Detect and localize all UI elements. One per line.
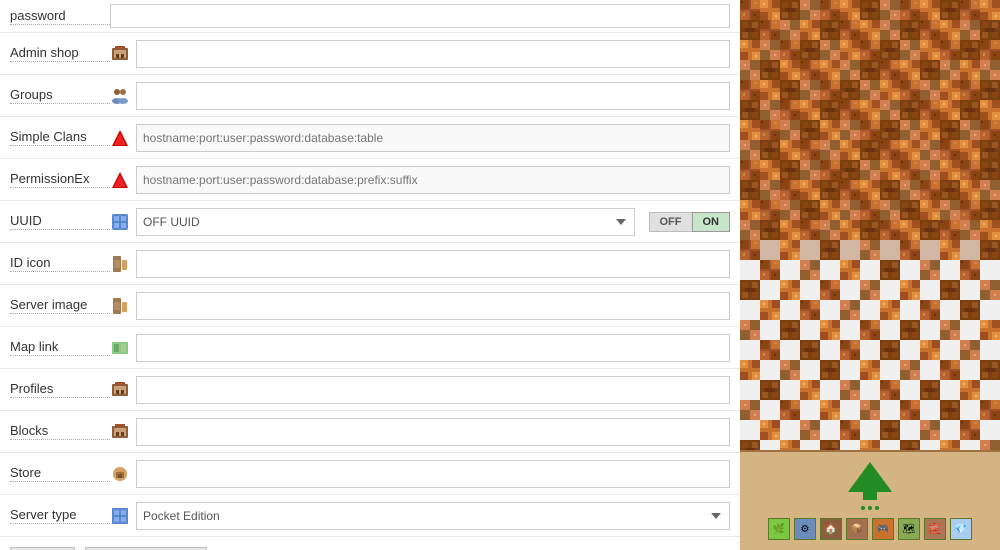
upload-arrow-container bbox=[848, 462, 892, 510]
password-row: password bbox=[0, 0, 740, 33]
permission-ex-icon bbox=[110, 170, 130, 190]
id-icon-label: ID icon bbox=[10, 255, 110, 272]
mini-icon-6: 🗺 bbox=[898, 518, 920, 540]
mini-icon-5: 🎮 bbox=[872, 518, 894, 540]
groups-input[interactable]: 1,2,3,4,5,6,7,8,9 bbox=[136, 82, 730, 110]
uuid-select[interactable]: OFF UUID ON UUID bbox=[136, 208, 635, 236]
server-image-input[interactable]: tablet.png bbox=[136, 292, 730, 320]
store-field: store bbox=[110, 460, 730, 488]
password-input[interactable] bbox=[110, 4, 730, 28]
minecraft-sidebar: 🌿 ⚙ 🏠 📦 🎮 🗺 🧱 💎 bbox=[740, 0, 1000, 550]
server-type-select[interactable]: Pocket Edition Java Edition bbox=[136, 502, 730, 530]
profiles-field: /home/n18458/public_html/cmsminecraftsho… bbox=[110, 376, 730, 404]
blocks-icon bbox=[110, 422, 130, 442]
arrow-dots bbox=[861, 506, 879, 510]
permission-ex-label: PermissionEx bbox=[10, 171, 110, 188]
groups-label: Groups bbox=[10, 87, 110, 104]
uuid-toggle-on[interactable]: ON bbox=[692, 212, 731, 232]
admin-shop-icon bbox=[110, 44, 130, 64]
mini-icon-1: 🌿 bbox=[768, 518, 790, 540]
permission-ex-input[interactable] bbox=[136, 166, 730, 194]
admin-shop-label: Admin shop bbox=[10, 45, 110, 62]
uuid-toggle-group: OFF ON bbox=[649, 212, 731, 232]
server-type-row: Server type Pocket Edition Java Edition bbox=[0, 495, 740, 537]
map-link-icon bbox=[110, 338, 130, 358]
uuid-row: UUID OFF UUID ON UUID OFF ON bbox=[0, 201, 740, 243]
up-arrow-icon bbox=[848, 462, 892, 492]
server-image-icon bbox=[110, 296, 130, 316]
permission-ex-field bbox=[110, 166, 730, 194]
arrow-panel: 🌿 ⚙ 🏠 📦 🎮 🗺 🧱 💎 bbox=[740, 450, 1000, 550]
uuid-toggle-off[interactable]: OFF bbox=[649, 212, 692, 232]
id-icon-field: pocket bbox=[110, 250, 730, 278]
simple-clans-field bbox=[110, 124, 730, 152]
simple-clans-input[interactable] bbox=[136, 124, 730, 152]
server-image-field: tablet.png bbox=[110, 292, 730, 320]
profiles-icon bbox=[110, 380, 130, 400]
minecraft-pixel-art bbox=[740, 0, 1000, 455]
groups-field: 1,2,3,4,5,6,7,8,9 bbox=[110, 82, 730, 110]
groups-row: Groups 1,2,3,4,5,6,7,8,9 bbox=[0, 75, 740, 117]
id-icon-icon bbox=[110, 254, 130, 274]
profiles-input[interactable]: /home/n18458/public_html/cmsminecraftsho… bbox=[136, 376, 730, 404]
blocks-field: ./style/images/items/ bbox=[110, 418, 730, 446]
store-row: Store store bbox=[0, 453, 740, 495]
bottom-icons-row: 🌿 ⚙ 🏠 📦 🎮 🗺 🧱 💎 bbox=[768, 518, 972, 540]
store-icon bbox=[110, 464, 130, 484]
profiles-label: Profiles bbox=[10, 381, 110, 398]
blocks-input[interactable]: ./style/images/items/ bbox=[136, 418, 730, 446]
id-icon-row: ID icon pocket bbox=[0, 243, 740, 285]
simple-clans-label: Simple Clans bbox=[10, 129, 110, 146]
bottom-buttons: Save Remove Server bbox=[0, 537, 740, 550]
arrow-dot bbox=[868, 506, 872, 510]
map-link-input[interactable]: /map/mc.vpn.by-25565/ bbox=[136, 334, 730, 362]
permission-ex-row: PermissionEx bbox=[0, 159, 740, 201]
server-image-row: Server image tablet.png bbox=[0, 285, 740, 327]
id-icon-input[interactable]: pocket bbox=[136, 250, 730, 278]
admin-shop-input[interactable]: shop bbox=[136, 40, 730, 68]
server-type-icon bbox=[110, 506, 130, 526]
main-panel: password Admin shop shop Groups bbox=[0, 0, 740, 550]
admin-shop-field: shop bbox=[110, 40, 730, 68]
map-link-row: Map link /map/mc.vpn.by-25565/ bbox=[0, 327, 740, 369]
arrow-dot bbox=[861, 506, 865, 510]
simple-clans-row: Simple Clans bbox=[0, 117, 740, 159]
blocks-row: Blocks ./style/images/items/ bbox=[0, 411, 740, 453]
groups-icon bbox=[110, 86, 130, 106]
arrow-dot bbox=[875, 506, 879, 510]
mini-icon-4: 📦 bbox=[846, 518, 868, 540]
mini-icon-3: 🏠 bbox=[820, 518, 842, 540]
map-link-label: Map link bbox=[10, 339, 110, 356]
store-label: Store bbox=[10, 465, 110, 482]
map-link-field: /map/mc.vpn.by-25565/ bbox=[110, 334, 730, 362]
uuid-field: OFF UUID ON UUID OFF ON bbox=[110, 208, 730, 236]
store-input[interactable]: store bbox=[136, 460, 730, 488]
profiles-row: Profiles /home/n18458/public_html/cmsmin… bbox=[0, 369, 740, 411]
server-type-field: Pocket Edition Java Edition bbox=[110, 502, 730, 530]
uuid-label: UUID bbox=[10, 213, 110, 230]
mini-icon-2: ⚙ bbox=[794, 518, 816, 540]
mini-icon-7: 🧱 bbox=[924, 518, 946, 540]
blocks-label: Blocks bbox=[10, 423, 110, 440]
mini-icon-8: 💎 bbox=[950, 518, 972, 540]
simple-clans-icon bbox=[110, 128, 130, 148]
server-image-label: Server image bbox=[10, 297, 110, 314]
admin-shop-row: Admin shop shop bbox=[0, 33, 740, 75]
server-type-label: Server type bbox=[10, 507, 110, 524]
uuid-icon bbox=[110, 212, 130, 232]
password-label: password bbox=[10, 8, 110, 25]
